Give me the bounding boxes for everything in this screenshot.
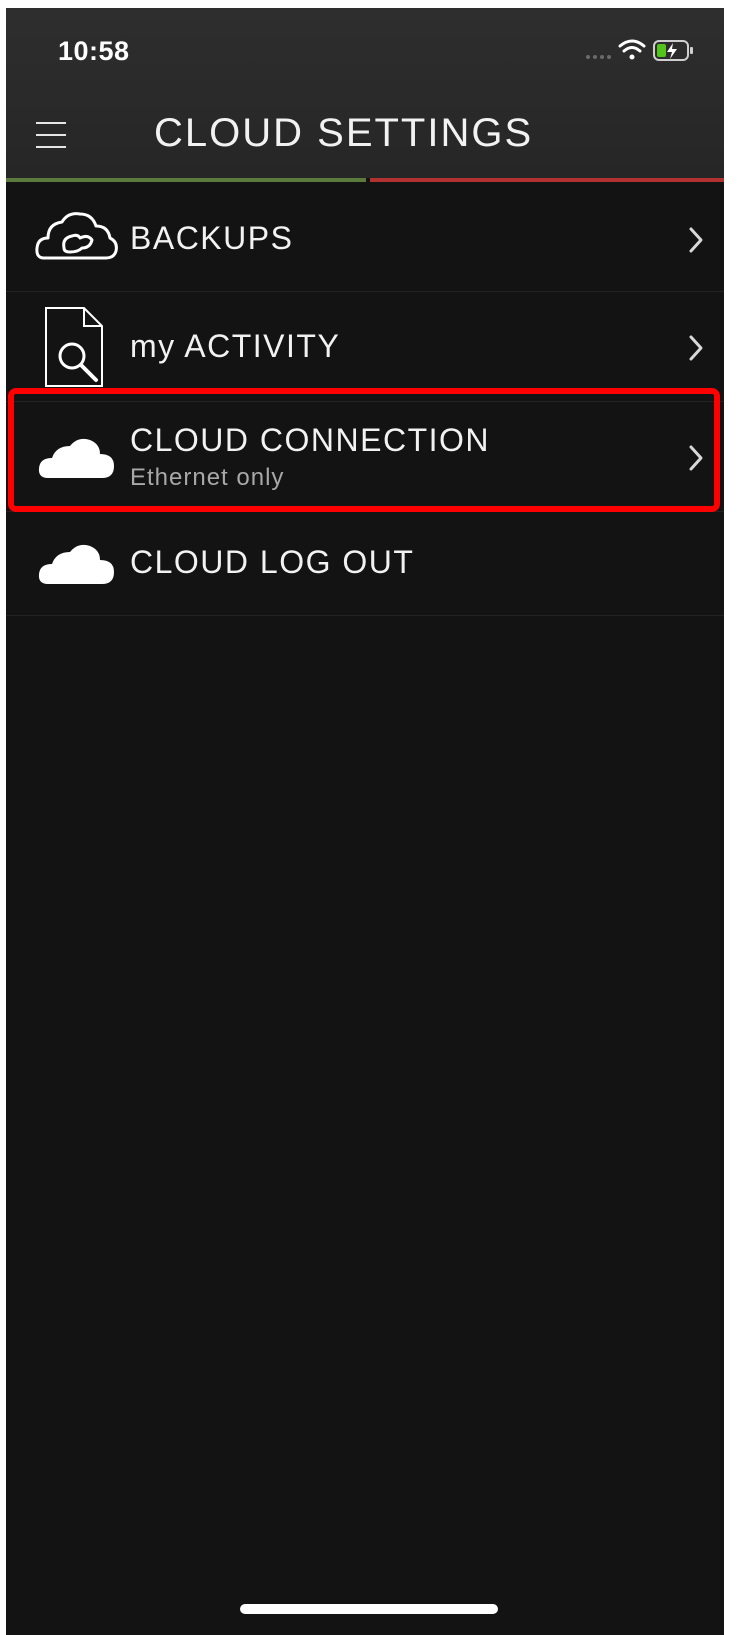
menu-item-cloud-log-out[interactable]: CLOUD LOG OUT	[6, 512, 724, 616]
cloud-icon	[38, 438, 115, 478]
menu-item-my-activity[interactable]: my ACTIVITY	[6, 292, 724, 402]
header-accent-bar	[6, 178, 724, 182]
chevron-right-icon	[689, 335, 703, 361]
cloud-backup-icon	[35, 212, 118, 260]
menu-item-label: BACKUPS	[130, 220, 294, 256]
chevron-right-icon	[689, 445, 703, 471]
page-title: CLOUD SETTINGS	[154, 111, 534, 155]
battery-charging-icon	[653, 40, 693, 61]
wifi-icon	[618, 39, 646, 60]
cloud-icon	[38, 544, 115, 584]
menu-item-backups[interactable]: BACKUPS	[6, 184, 724, 292]
menu-item-sublabel: Ethernet only	[130, 464, 285, 491]
app-screen: 10:58 CLOUD SETTINGS BACKUPS my ACTIVITY…	[6, 8, 724, 1635]
home-indicator[interactable]	[240, 1604, 498, 1614]
hamburger-menu-icon[interactable]	[36, 118, 66, 152]
document-search-icon	[45, 307, 103, 387]
status-icons	[556, 36, 706, 66]
menu-item-cloud-connection[interactable]: CLOUD CONNECTION Ethernet only	[6, 402, 724, 512]
menu-item-label: CLOUD LOG OUT	[130, 544, 415, 580]
menu-item-label: my ACTIVITY	[130, 328, 341, 364]
top-bar: 10:58 CLOUD SETTINGS	[6, 8, 724, 178]
status-time: 10:58	[58, 36, 130, 66]
menu-item-label: CLOUD CONNECTION	[130, 422, 491, 458]
signal-dots-icon	[586, 55, 611, 59]
chevron-right-icon	[689, 227, 703, 253]
